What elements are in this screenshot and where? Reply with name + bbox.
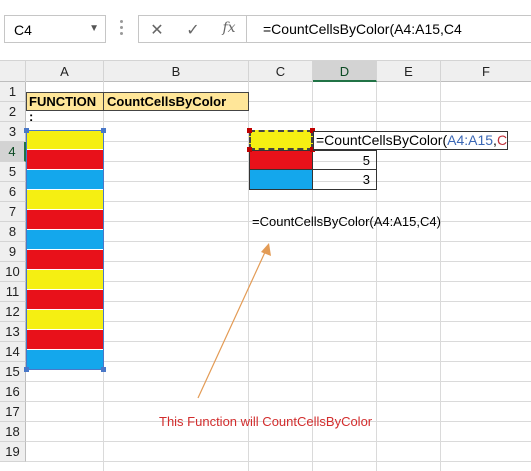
arrow-head-icon xyxy=(261,243,271,256)
annotation-arrow xyxy=(197,243,271,399)
annotation-caption: This Function will CountCellsByColor xyxy=(159,414,373,429)
arrow-line xyxy=(197,249,267,399)
